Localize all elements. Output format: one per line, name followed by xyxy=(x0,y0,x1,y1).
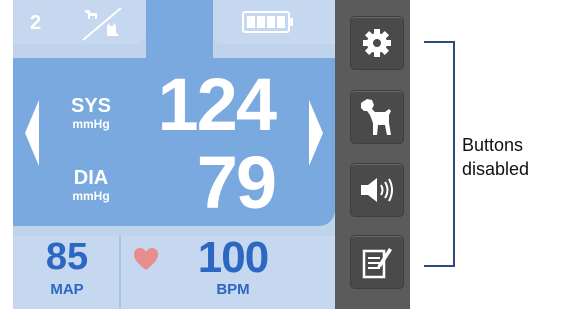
diastolic-value: 79 xyxy=(196,141,277,224)
gear-icon xyxy=(363,29,391,57)
settings-button[interactable] xyxy=(350,16,404,70)
buttons-disabled-annotation: Buttons disabled xyxy=(462,133,562,181)
dog-cat-icon xyxy=(82,7,122,41)
heart-icon xyxy=(134,248,158,270)
speaker-icon xyxy=(361,178,393,202)
pulse-value: 100 xyxy=(197,233,269,282)
arrow-right-icon[interactable] xyxy=(307,98,325,168)
pulse-label: BPM xyxy=(216,281,250,298)
dog-icon xyxy=(361,99,391,135)
pet-button[interactable] xyxy=(350,90,404,144)
annotation-line-2: disabled xyxy=(462,159,530,179)
map-value: 85 xyxy=(45,236,89,278)
notes-icon xyxy=(362,248,392,279)
profile-tab: 2 xyxy=(13,0,146,44)
footer-divider xyxy=(119,236,121,309)
map-label: MAP xyxy=(50,281,84,298)
profile-number: 2 xyxy=(30,12,42,34)
arrow-left-icon[interactable] xyxy=(23,98,41,168)
annotation-bracket xyxy=(424,41,455,267)
monitor-screen: 2 SYS mmHg 124 DIA mmHg 79 85 MAP 100 BP… xyxy=(13,0,335,309)
button-sidebar xyxy=(335,0,410,309)
sound-button[interactable] xyxy=(350,163,404,217)
reading-notch xyxy=(146,0,213,60)
systolic-value: 124 xyxy=(157,63,277,146)
battery-tab xyxy=(212,0,335,44)
notes-button[interactable] xyxy=(350,235,404,289)
reading-panel: SYS mmHg 124 DIA mmHg 79 xyxy=(13,58,335,226)
annotation-line-1: Buttons xyxy=(462,135,524,155)
battery-icon xyxy=(242,11,293,33)
